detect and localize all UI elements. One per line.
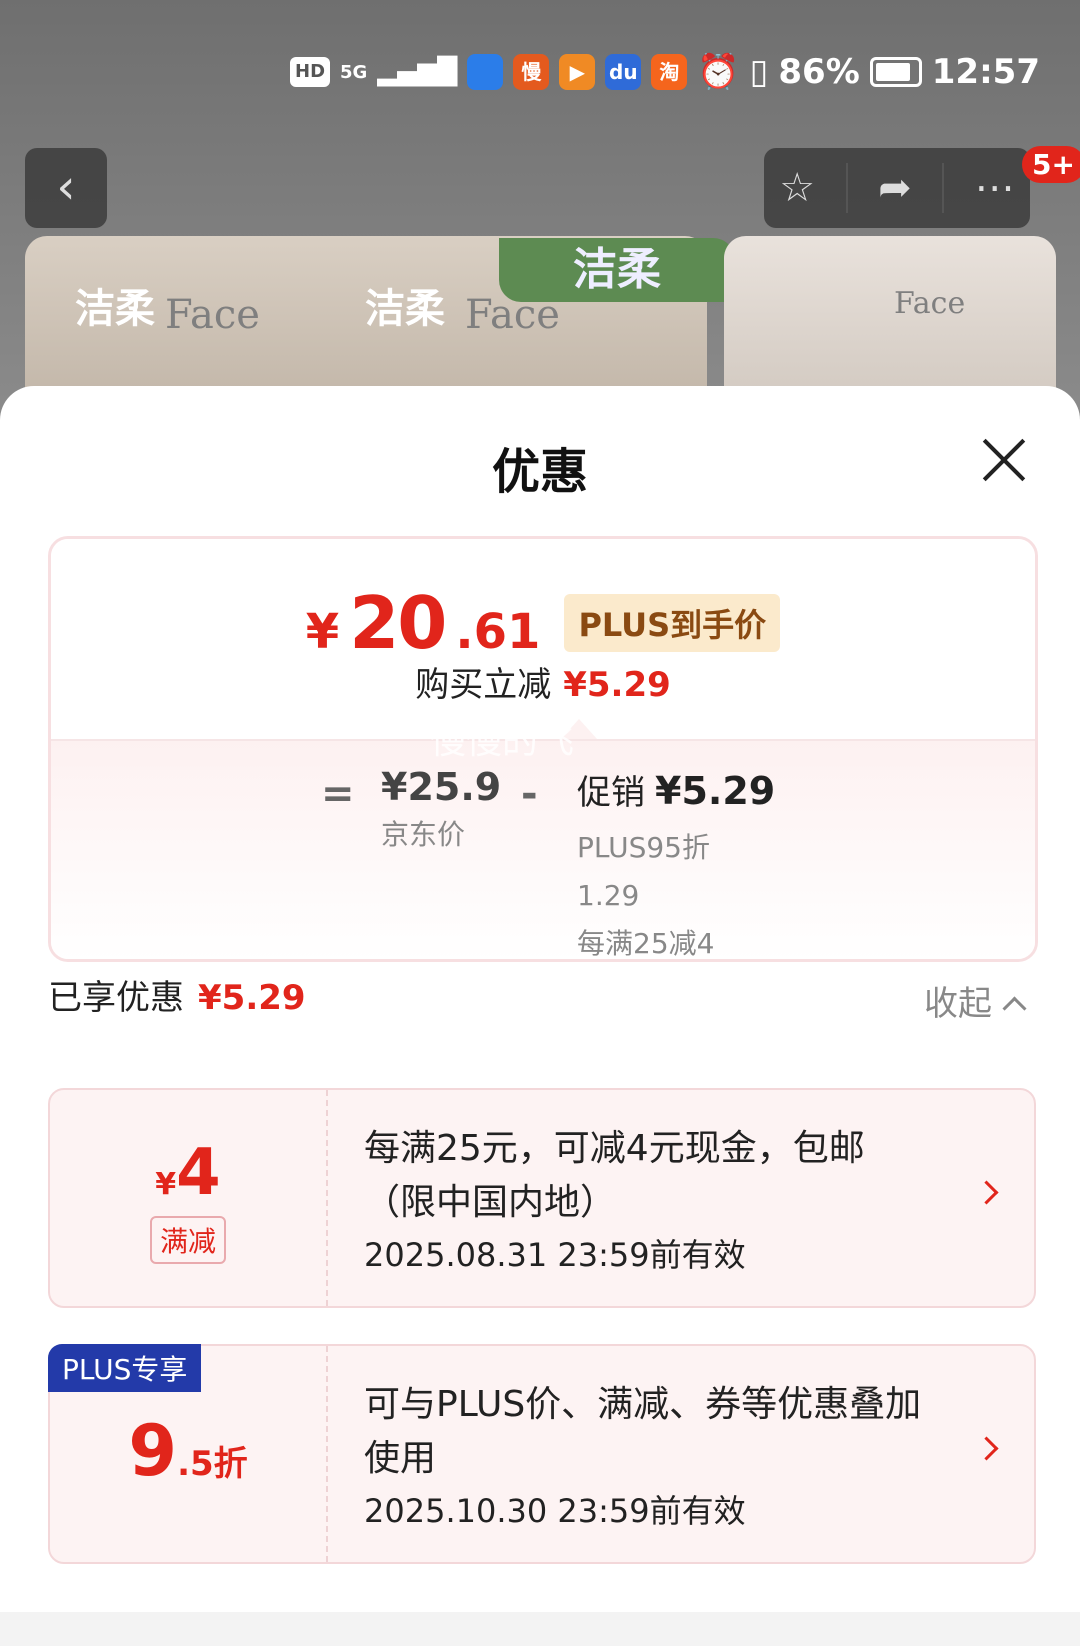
final-price: ¥ 20 .61 PLUS到手价 (51, 581, 1035, 665)
product-name: Face (465, 292, 560, 338)
alarm-icon: ⏰ (697, 52, 740, 92)
reduce-value: ¥5.29 (563, 665, 671, 705)
discount-integer: 9 (128, 1410, 178, 1492)
bottom-bar (0, 1612, 1080, 1646)
minus-sign: - (521, 771, 538, 817)
chevron-right-icon (974, 1180, 999, 1205)
divider (845, 163, 848, 213)
chevron-right-icon (974, 1436, 999, 1461)
vibrate-icon: ▯ (749, 52, 769, 92)
chevron-left-icon: ‹ (56, 159, 76, 215)
promo-label: 促销 (577, 773, 645, 813)
promo-detail: PLUS95折 (577, 831, 710, 864)
promo-heading: 促销 ¥5.29 (577, 765, 775, 814)
coupon-description: 每满25元，可减4元现金，包邮（限中国内地） (364, 1128, 865, 1223)
instant-reduction: 购买立减 ¥5.29 (51, 657, 1035, 706)
coupon-validity: 2025.10.30 23:59前有效 (364, 1492, 746, 1530)
product-name: Face (165, 292, 260, 338)
plus-price-tag: PLUS到手价 (564, 594, 781, 652)
price-decimal: .61 (455, 604, 541, 660)
back-button[interactable]: ‹ (25, 148, 107, 228)
promotion: 促销 ¥5.29 PLUS95折 1.29 每满25减4 (577, 765, 775, 960)
chevron-up-icon (1002, 996, 1027, 1021)
coupon-validity: 2025.08.31 23:59前有效 (364, 1236, 746, 1274)
price-breakdown: = ¥25.9 京东价 - 促销 ¥5.29 PLUS95折 1.29 每满25减… (51, 739, 1035, 960)
baidu-icon: du (605, 54, 642, 90)
discount-rate: 9.5折 (50, 1410, 326, 1492)
coupon-amount-value: 4 (176, 1136, 221, 1210)
divider (942, 163, 945, 213)
discount-suffix: .5折 (177, 1444, 248, 1484)
battery-percent: 86% (778, 52, 860, 92)
taobao-icon: 淘 (651, 54, 688, 90)
discount-sheet: 优惠 ¥ 20 .61 PLUS到手价 购买立减 ¥5.29 = ¥25.9 京东… (0, 386, 1080, 1646)
promo-details: PLUS95折 1.29 每满25减4 (577, 824, 775, 960)
sheet-title: 优惠 (491, 444, 588, 500)
currency-symbol: ¥ (305, 604, 340, 660)
coupon-divider (326, 1346, 328, 1562)
collapse-button[interactable]: 收起 (924, 976, 1027, 1025)
status-bar: HD 5G ▂▄▆█ 慢 ▶ du 淘 ⏰ ▯ 86% 12:57 (0, 0, 1080, 150)
jd-price: ¥25.9 京东价 (381, 765, 501, 853)
signal-icon: ▂▄▆█ (377, 57, 458, 87)
coupon-amount: ¥4 (50, 1136, 326, 1210)
promo-detail: 1.29 (577, 879, 640, 912)
collapse-label: 收起 (924, 984, 992, 1024)
coupon-value: ¥4 满减 (50, 1090, 326, 1306)
coupon-divider (326, 1090, 328, 1306)
enjoyed-value: ¥5.29 (198, 978, 306, 1018)
product-name: Face (894, 286, 966, 321)
battery-icon (869, 57, 922, 87)
hd-indicator: HD (290, 57, 331, 87)
network-type: 5G (340, 61, 368, 83)
enjoyed-label: 已享优惠 (48, 978, 184, 1018)
reduce-label: 购买立减 (415, 665, 552, 705)
promo-value: ¥5.29 (655, 769, 776, 813)
top-actions: ☆ ➦ ⋯ (764, 148, 1030, 228)
coupon-value: 9.5折 (50, 1346, 326, 1562)
status-icons: HD 5G ▂▄▆█ 慢 ▶ du 淘 ⏰ ▯ 86% 12:57 (290, 52, 1040, 92)
promo-detail: 每满25减4 (577, 927, 715, 960)
enjoyed-discount: 已享优惠 ¥5.29 (48, 970, 306, 1019)
price-top: ¥ 20 .61 PLUS到手价 购买立减 ¥5.29 (51, 539, 1035, 739)
coupon-type: 满减 (149, 1216, 226, 1264)
app-man-icon: 慢 (513, 54, 550, 90)
share-icon[interactable]: ➦ (878, 165, 912, 211)
more-icon[interactable]: ⋯ (975, 165, 1015, 211)
jd-price-value: ¥25.9 (381, 765, 502, 809)
clock: 12:57 (931, 52, 1040, 92)
coupon-plus-discount[interactable]: PLUS专享 9.5折 可与PLUS价、满减、券等优惠叠加使用 2025.10.… (48, 1344, 1036, 1564)
star-icon[interactable]: ☆ (779, 165, 815, 211)
equals-sign: = (321, 771, 355, 817)
close-icon[interactable] (980, 436, 1028, 484)
watermark: 慢慢的飞 (430, 721, 575, 762)
video-app-icon: ▶ (559, 54, 596, 90)
message-badge: 5+ (1022, 146, 1080, 183)
jd-price-label: 京东价 (381, 818, 466, 851)
browser-icon (467, 54, 504, 90)
coupon-currency: ¥ (155, 1167, 177, 1202)
price-integer: 20 (349, 581, 447, 665)
coupon-full-reduction[interactable]: ¥4 满减 每满25元，可减4元现金，包邮（限中国内地） 2025.08.31 … (48, 1088, 1036, 1308)
brand-logo-text: 洁柔 (365, 286, 445, 332)
brand-logo-text: 洁柔 (75, 286, 155, 332)
coupon-description: 可与PLUS价、满减、券等优惠叠加使用 (364, 1384, 922, 1479)
